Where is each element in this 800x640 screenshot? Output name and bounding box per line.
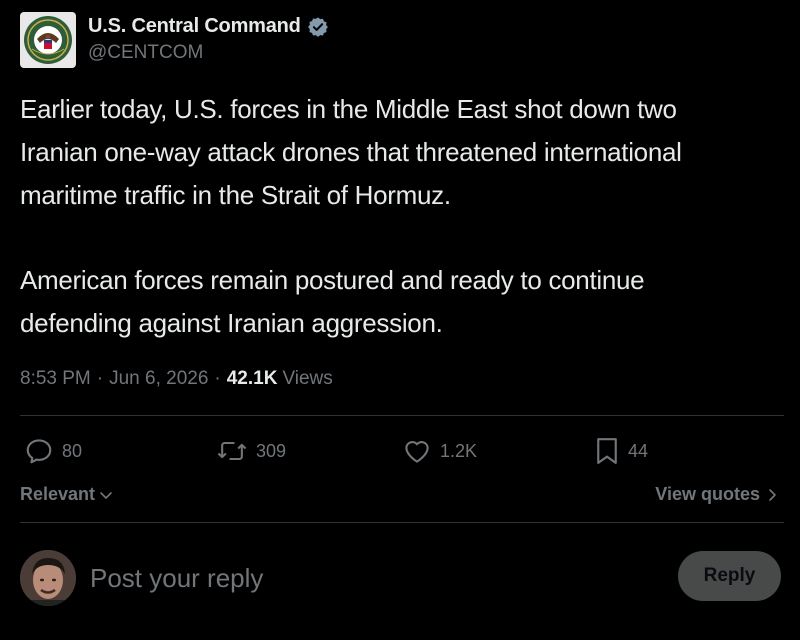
views-count[interactable]: 42.1K: [227, 368, 278, 390]
post-paragraph: Earlier today, U.S. forces in the Middle…: [20, 94, 682, 210]
verified-badge-icon[interactable]: [307, 16, 329, 38]
views-label: Views: [282, 368, 333, 389]
post-date[interactable]: Jun 6, 2026: [109, 368, 208, 390]
chevron-down-icon: [100, 491, 112, 499]
chevron-right-icon: [769, 488, 776, 501]
divider: [20, 522, 784, 523]
meta-separator: ·: [214, 368, 221, 389]
like-count: 1.2K: [440, 440, 478, 461]
post-time[interactable]: 8:53 PM: [20, 368, 91, 390]
post-paragraph: American forces remain postured and read…: [20, 265, 645, 338]
reply-action[interactable]: 80: [24, 436, 82, 466]
action-bar: 80 309 1.2K 44: [24, 436, 704, 468]
repost-icon: [217, 441, 247, 461]
post-body: Earlier today, U.S. forces in the Middle…: [20, 88, 790, 345]
reply-input[interactable]: [90, 556, 650, 600]
post-metadata: 8:53 PM · Jun 6, 2026 · 42.1K Views: [20, 368, 333, 390]
divider: [20, 415, 784, 416]
department-of-defense-seal-icon: [24, 16, 72, 64]
bookmark-action[interactable]: 44: [594, 436, 648, 466]
heart-icon: [405, 441, 429, 463]
reply-button[interactable]: Reply: [678, 551, 781, 601]
user-avatar[interactable]: [20, 550, 76, 606]
reply-count: 80: [62, 440, 83, 461]
user-avatar-photo: [20, 550, 76, 606]
bookmark-count: 44: [628, 440, 649, 461]
repost-action[interactable]: 309: [216, 436, 286, 466]
repost-count: 309: [256, 440, 287, 461]
like-action[interactable]: 1.2K: [402, 436, 477, 466]
view-quotes-label: View quotes: [655, 484, 760, 504]
sort-label: Relevant: [20, 484, 96, 504]
bookmark-icon: [597, 438, 617, 464]
account-handle[interactable]: @CENTCOM: [88, 42, 329, 64]
post-header: U.S. Central Command @CENTCOM: [20, 12, 329, 68]
display-name[interactable]: U.S. Central Command: [88, 15, 301, 38]
account-avatar[interactable]: [20, 12, 76, 68]
meta-separator: ·: [96, 368, 104, 389]
reply-icon: [26, 439, 52, 464]
sort-replies-dropdown[interactable]: Relevant: [20, 484, 114, 505]
view-quotes-link[interactable]: View quotes: [655, 484, 778, 505]
